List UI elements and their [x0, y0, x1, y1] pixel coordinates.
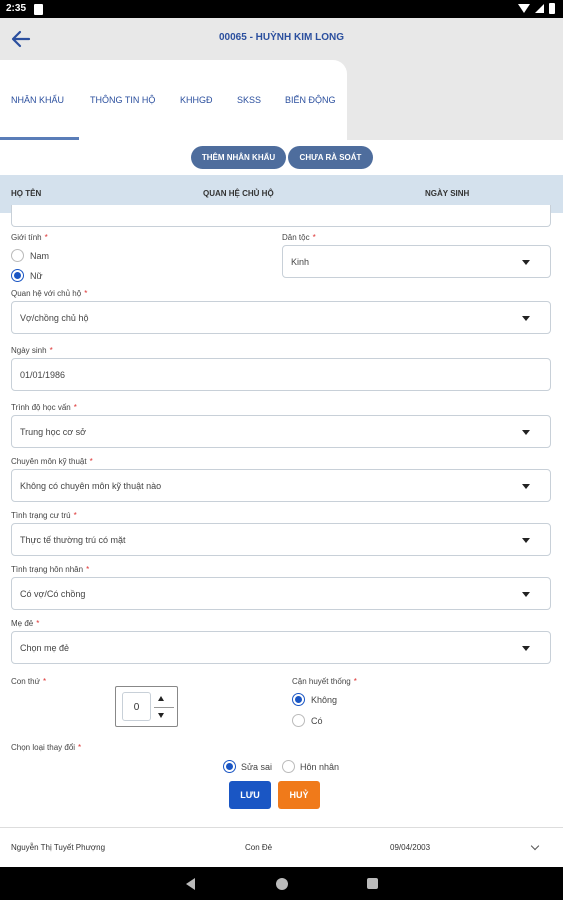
- header-dob: NGÀY SINH: [425, 189, 470, 198]
- gender-radio-nu[interactable]: [11, 269, 24, 282]
- gender-radio-nam[interactable]: [11, 249, 24, 262]
- residence-label: Tình trạng cư trú *: [11, 511, 77, 520]
- chevron-down-icon: [522, 538, 530, 543]
- navigation-bar: [0, 867, 563, 900]
- tab-thong-tin-ho[interactable]: THÔNG TIN HỘ: [90, 95, 155, 105]
- mother-label: Mẹ đẻ *: [11, 619, 40, 628]
- header-relation: QUAN HỆ CHỦ HỘ: [203, 189, 274, 198]
- education-label: Trình độ học vấn *: [11, 403, 77, 412]
- relation-value: Vợ/chồng chủ hộ: [20, 313, 89, 323]
- gender-option-nam: Nam: [30, 251, 50, 261]
- nav-recents-icon[interactable]: [367, 878, 378, 889]
- stepper-divider: [154, 707, 174, 708]
- chevron-down-icon[interactable]: [530, 841, 540, 851]
- table-row[interactable]: Nguyễn Thị Tuyết Phượng Con Đẻ 09/04/200…: [0, 827, 563, 867]
- cancel-button[interactable]: HUỶ: [278, 781, 320, 809]
- relation-select[interactable]: Vợ/chồng chủ hộ: [11, 301, 551, 334]
- save-button[interactable]: LƯU: [229, 781, 271, 809]
- marital-value: Có vợ/Có chồng: [20, 589, 86, 599]
- gender-label: Giới tính *: [11, 233, 48, 242]
- technical-select[interactable]: Không có chuyên môn kỹ thuật nào: [11, 469, 551, 502]
- signal-icon: [535, 4, 544, 13]
- mother-select[interactable]: Chọn mẹ đẻ: [11, 631, 551, 664]
- marital-select[interactable]: Có vợ/Có chồng: [11, 577, 551, 610]
- tab-card: NHÂN KHẨU THÔNG TIN HỘ KHHGĐ SKSS BIẾN Đ…: [0, 60, 347, 140]
- blood-option-khong: Không: [311, 695, 338, 705]
- tab-bar: NHÂN KHẨU THÔNG TIN HỘ KHHGĐ SKSS BIẾN Đ…: [0, 60, 563, 140]
- dob-label: Ngày sinh *: [11, 346, 53, 355]
- nav-back-icon[interactable]: [186, 878, 195, 890]
- change-type-label: Chọn loại thay đổi *: [11, 743, 82, 752]
- scrolled-field[interactable]: [11, 205, 551, 227]
- blood-radio-co[interactable]: [292, 714, 305, 727]
- child-order-label: Con thứ *: [11, 677, 47, 686]
- row-relation: Con Đẻ: [245, 843, 273, 852]
- dob-value: 01/01/1986: [20, 370, 66, 380]
- wifi-icon: [518, 4, 530, 13]
- blood-option-co: Có: [311, 716, 323, 726]
- active-tab-indicator: [0, 137, 79, 140]
- page-title: 00065 - HUỲNH KIM LONG: [218, 32, 345, 43]
- ethnicity-label: Dân tộc *: [282, 233, 316, 242]
- app-bar: 00065 - HUỲNH KIM LONG: [0, 18, 563, 60]
- not-reviewed-button[interactable]: CHƯA RÀ SOÁT: [288, 146, 373, 169]
- decrement-icon[interactable]: [158, 713, 164, 718]
- tab-khhgd[interactable]: KHHGĐ: [180, 95, 213, 105]
- child-order-input[interactable]: 0: [122, 692, 151, 721]
- education-select[interactable]: Trung học cơ sở: [11, 415, 551, 448]
- nav-home-icon[interactable]: [276, 878, 288, 890]
- dob-input[interactable]: 01/01/1986: [11, 358, 551, 391]
- change-type-radio-sua-sai[interactable]: [223, 760, 236, 773]
- change-type-option-hon-nhan: Hôn nhân: [300, 762, 340, 772]
- blood-radio-khong[interactable]: [292, 693, 305, 706]
- increment-icon[interactable]: [158, 696, 164, 701]
- chevron-down-icon: [522, 646, 530, 651]
- residence-value: Thực tế thường trú có mặt: [20, 535, 126, 545]
- change-type-option-sua-sai: Sửa sai: [241, 762, 273, 772]
- battery-icon: [549, 3, 555, 14]
- marital-label: Tình trạng hôn nhân *: [11, 565, 90, 574]
- mother-value: Chọn mẹ đẻ: [20, 643, 70, 653]
- ethnicity-select[interactable]: Kinh: [282, 245, 551, 278]
- blood-label: Cận huyết thống *: [292, 677, 357, 686]
- add-member-button[interactable]: THÊM NHÂN KHẨU: [191, 146, 286, 169]
- technical-value: Không có chuyên môn kỹ thuật nào: [20, 481, 162, 491]
- tab-nhan-khau[interactable]: NHÂN KHẨU: [11, 95, 64, 105]
- status-time: 2:35: [6, 3, 27, 14]
- child-order-stepper[interactable]: 0: [115, 686, 178, 727]
- chevron-down-icon: [522, 484, 530, 489]
- technical-label: Chuyên môn kỹ thuật *: [11, 457, 93, 466]
- residence-select[interactable]: Thực tế thường trú có mặt: [11, 523, 551, 556]
- status-bar: 2:35: [0, 0, 563, 18]
- chevron-down-icon: [522, 316, 530, 321]
- chevron-down-icon: [522, 592, 530, 597]
- tab-bien-dong[interactable]: BIẾN ĐỘNG: [285, 95, 336, 105]
- chevron-down-icon: [522, 260, 530, 265]
- header-name: HỌ TÊN: [11, 189, 42, 198]
- chevron-down-icon: [522, 430, 530, 435]
- education-value: Trung học cơ sở: [20, 427, 86, 437]
- sd-card-icon: [34, 4, 43, 15]
- gender-option-nu: Nữ: [30, 271, 43, 281]
- relation-label: Quan hệ với chủ hộ *: [11, 289, 88, 298]
- tab-skss[interactable]: SKSS: [237, 95, 261, 105]
- row-dob: 09/04/2003: [390, 843, 431, 852]
- ethnicity-value: Kinh: [291, 257, 310, 267]
- row-name: Nguyễn Thị Tuyết Phượng: [11, 843, 106, 852]
- change-type-radio-hon-nhan[interactable]: [282, 760, 295, 773]
